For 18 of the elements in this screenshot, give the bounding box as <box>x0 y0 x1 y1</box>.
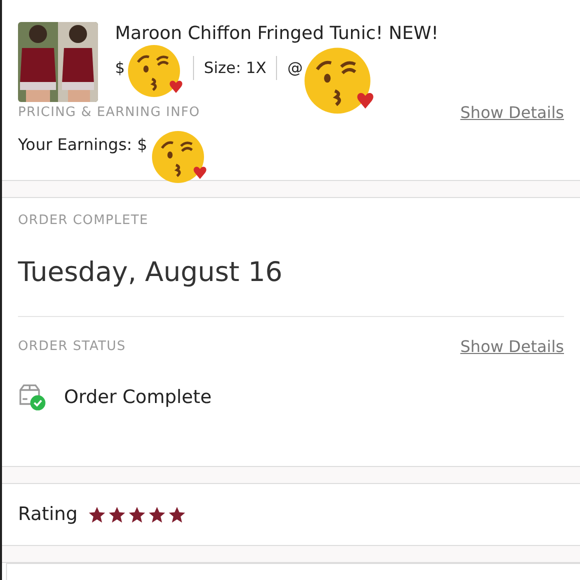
section-heading: ORDER STATUS <box>18 339 126 354</box>
star-icon <box>108 506 126 524</box>
section-heading: PRICING & EARNING INFO <box>18 105 200 120</box>
listing-title: Maroon Chiffon Fringed Tunic! NEW! <box>115 23 439 44</box>
star-icon <box>128 506 146 524</box>
star-icon <box>168 506 186 524</box>
earnings-text: Your Earnings: $ <box>18 135 148 154</box>
price-text: $ <box>115 59 125 77</box>
size-text: Size: 1X <box>204 59 266 77</box>
section-heading: ORDER COMPLETE <box>18 213 150 228</box>
rating-label: Rating <box>18 504 78 525</box>
star-icon <box>88 506 106 524</box>
show-details-link[interactable]: Show Details <box>460 337 564 356</box>
star-icon <box>148 506 166 524</box>
show-details-link[interactable]: Show Details <box>460 103 564 122</box>
seller-text: @ <box>287 59 303 77</box>
order-date: Tuesday, August 16 <box>18 257 284 288</box>
status-text: Order Complete <box>64 386 212 408</box>
